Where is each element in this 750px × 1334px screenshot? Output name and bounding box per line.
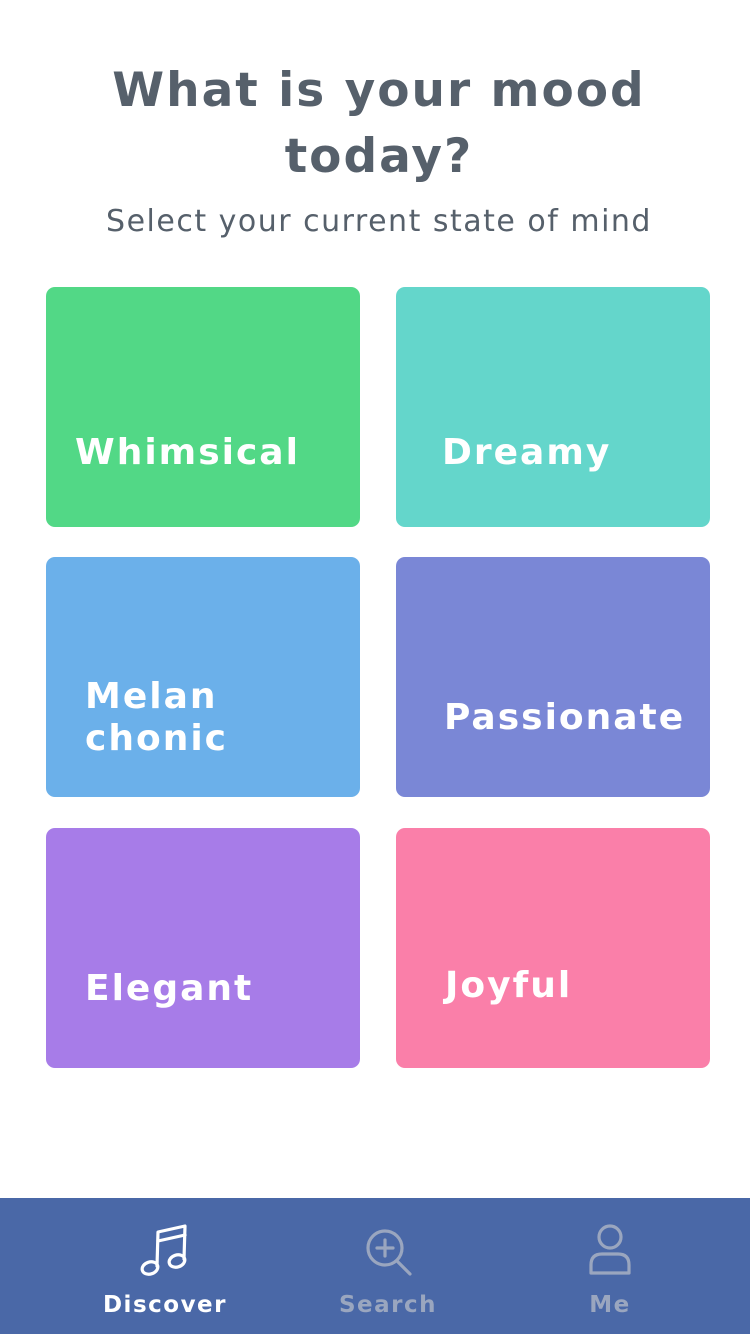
music-note-icon xyxy=(140,1224,187,1276)
mood-label: Melan chonic xyxy=(85,676,229,759)
mood-label: Elegant xyxy=(85,968,254,1009)
page-subtitle: Select your current state of mind xyxy=(106,204,652,239)
bottom-tab-bar: Discover Search Me xyxy=(0,1198,750,1334)
tab-label: Discover xyxy=(102,1292,228,1318)
mood-card-elegant[interactable]: Elegant xyxy=(46,828,360,1068)
person-icon xyxy=(589,1224,631,1275)
tab-label: Search xyxy=(338,1292,438,1318)
mood-card-joyful[interactable]: Joyful xyxy=(396,828,710,1068)
page-title: What is your mood today? xyxy=(112,63,646,184)
mood-label: Joyful xyxy=(445,965,573,1006)
tab-me[interactable]: Me xyxy=(530,1198,690,1334)
mood-card-passionate[interactable]: Passionate xyxy=(396,557,710,797)
mood-label: Dreamy xyxy=(442,432,612,473)
mood-label: Whimsical xyxy=(75,432,300,473)
search-icon xyxy=(366,1229,412,1276)
mood-card-whimsical[interactable]: Whimsical xyxy=(46,287,360,527)
mood-card-dreamy[interactable]: Dreamy xyxy=(396,287,710,527)
tab-discover[interactable]: Discover xyxy=(85,1198,245,1334)
mood-label: Passionate xyxy=(444,697,686,738)
tab-search[interactable]: Search xyxy=(308,1198,468,1334)
mood-card-melancholic[interactable]: Melan chonic xyxy=(46,557,360,797)
mood-screen: What is your mood today? Select your cur… xyxy=(0,0,750,1334)
tab-label: Me xyxy=(589,1292,631,1318)
